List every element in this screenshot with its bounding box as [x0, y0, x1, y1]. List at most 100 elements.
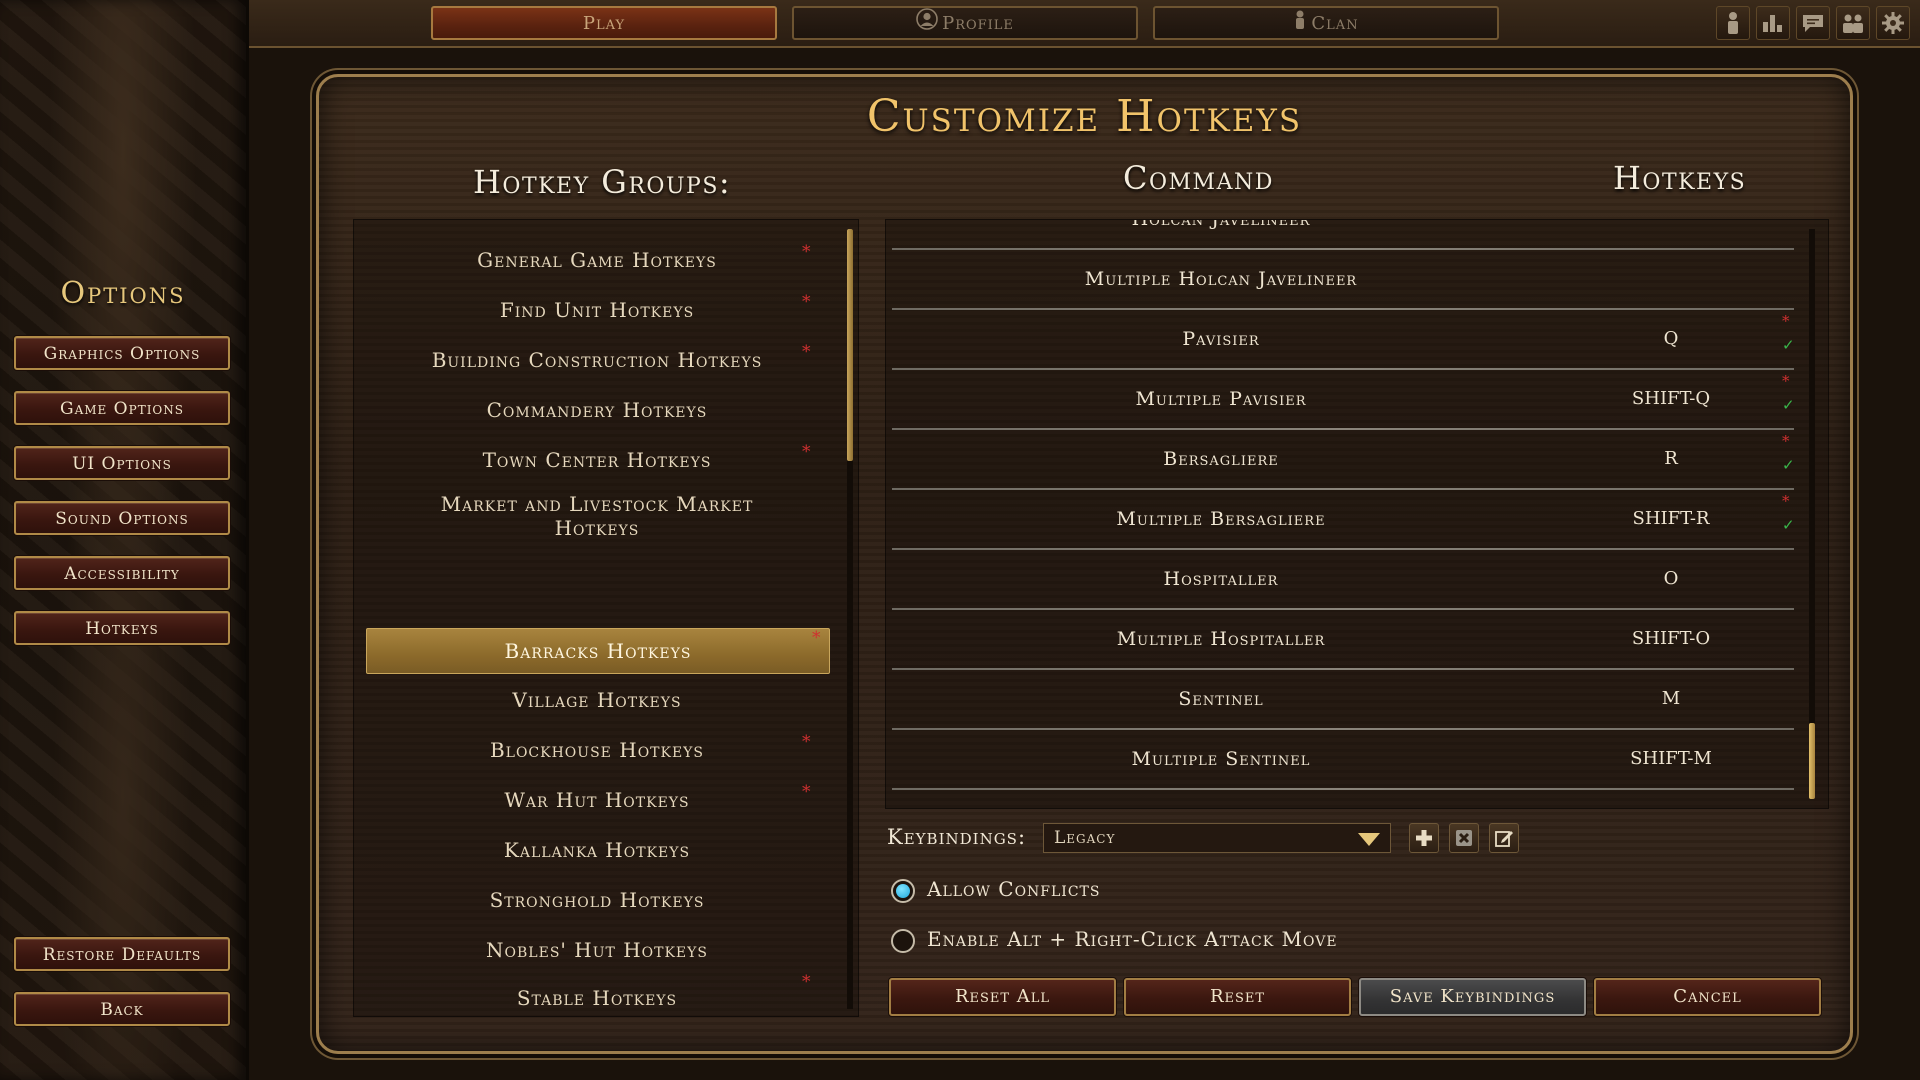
alt-right-click-attack-move-radio[interactable] — [891, 929, 915, 953]
tab-profile-label: Profile — [942, 13, 1014, 34]
command-name: Sentinel — [1178, 688, 1264, 710]
options-sidebar: Options Graphics Options Game Options UI… — [0, 0, 249, 1080]
keybindings-label: Keybindings: — [887, 825, 1027, 849]
modified-star-icon: * — [802, 732, 811, 752]
table-row[interactable]: Multiple Pavisier SHIFT-Q * ✓ — [886, 370, 1806, 430]
hotkey-value[interactable]: M — [1566, 688, 1776, 709]
tab-clan[interactable]: Clan — [1153, 6, 1499, 40]
delete-icon[interactable] — [1449, 823, 1479, 853]
checkmark-icon: ✓ — [1782, 336, 1795, 354]
hotkey-value[interactable]: SHIFT-M — [1566, 748, 1776, 769]
table-row[interactable]: Holcan Javelineer — [886, 219, 1806, 250]
dropdown-arrow-icon — [1358, 833, 1380, 846]
table-row[interactable]: Pavisier Q * ✓ — [886, 310, 1806, 370]
cancel-button[interactable]: Cancel — [1594, 978, 1821, 1016]
ui-options-button[interactable]: UI Options — [14, 446, 230, 480]
tab-profile[interactable]: Profile — [792, 6, 1138, 40]
modified-star-icon: * — [1782, 432, 1790, 450]
hotkey-value[interactable]: SHIFT-O — [1566, 628, 1776, 649]
commands-scrollbar-thumb[interactable] — [1809, 723, 1815, 799]
modified-star-icon: * — [802, 292, 811, 312]
group-label: Find Unit Hotkeys — [499, 298, 695, 322]
group-item-general-game[interactable]: General Game Hotkeys — [366, 248, 828, 272]
group-item-nobles-hut[interactable]: Nobles' Hut Hotkeys — [366, 938, 828, 962]
friends-icon[interactable] — [1836, 6, 1870, 40]
group-label: Building Construction Hotkeys — [431, 348, 763, 372]
graphics-options-button[interactable]: Graphics Options — [14, 336, 230, 370]
command-name: Pavisier — [1182, 328, 1260, 350]
table-row[interactable]: Multiple Sentinel SHIFT-M — [886, 730, 1806, 790]
allow-conflicts-radio[interactable] — [891, 879, 915, 903]
hotkey-value[interactable]: R — [1566, 448, 1776, 469]
table-row[interactable]: Hospitaller O — [886, 550, 1806, 610]
edit-icon[interactable] — [1489, 823, 1519, 853]
hotkey-groups-list: General Game Hotkeys * Find Unit Hotkeys… — [353, 219, 859, 1017]
table-row[interactable]: Multiple Holcan Javelineer — [886, 250, 1806, 310]
sound-options-button[interactable]: Sound Options — [14, 501, 230, 535]
table-row[interactable]: Multiple Bersagliere SHIFT-R * ✓ — [886, 490, 1806, 550]
group-label: Market and Livestock Market Hotkeys — [440, 492, 754, 540]
group-item-building-construction[interactable]: Building Construction Hotkeys — [366, 348, 828, 372]
commands-table: Holcan Javelineer Multiple Holcan Javeli… — [885, 219, 1829, 809]
group-item-barracks[interactable]: Barracks Hotkeys — [366, 628, 830, 674]
tab-clan-label: Clan — [1311, 13, 1359, 34]
hotkey-value[interactable]: Q — [1566, 328, 1776, 349]
group-item-market-livestock[interactable]: Market and Livestock Market Hotkeys — [414, 492, 780, 540]
group-item-blockhouse[interactable]: Blockhouse Hotkeys — [366, 738, 828, 762]
group-item-commandery[interactable]: Commandery Hotkeys — [366, 398, 828, 422]
allow-conflicts-label: Allow Conflicts — [927, 877, 1101, 901]
restore-defaults-button[interactable]: Restore Defaults — [14, 937, 230, 971]
command-name: Multiple Sentinel — [1131, 748, 1311, 770]
hotkeys-column-header: Hotkeys — [1613, 159, 1747, 197]
table-row[interactable]: Sentinel M — [886, 670, 1806, 730]
group-label: Barracks Hotkeys — [504, 639, 692, 663]
row-divider — [892, 788, 1794, 790]
group-item-stronghold[interactable]: Stronghold Hotkeys — [366, 888, 828, 912]
group-item-town-center[interactable]: Town Center Hotkeys — [366, 448, 828, 472]
group-label: General Game Hotkeys — [477, 248, 717, 272]
accessibility-button[interactable]: Accessibility — [14, 556, 230, 590]
reset-button[interactable]: Reset — [1124, 978, 1351, 1016]
tab-play[interactable]: Play — [431, 6, 777, 40]
command-name: Multiple Holcan Javelineer — [1084, 268, 1358, 290]
hotkey-value[interactable]: O — [1566, 568, 1776, 589]
keybindings-dropdown[interactable]: Legacy — [1043, 823, 1391, 853]
modified-star-icon: * — [1782, 492, 1790, 510]
command-name: Holcan Javelineer — [1131, 219, 1311, 230]
alt-right-click-attack-move-label: Enable Alt + Right-Click Attack Move — [927, 927, 1338, 951]
settings-gear-icon[interactable] — [1876, 6, 1910, 40]
player-icon[interactable] — [1716, 6, 1750, 40]
hotkey-value[interactable]: SHIFT-Q — [1566, 388, 1776, 409]
customize-hotkeys-panel: Customize Hotkeys Hotkey Groups: Command… — [316, 74, 1853, 1054]
modified-star-icon: * — [802, 242, 811, 262]
command-name: Multiple Hospitaller — [1116, 628, 1326, 650]
game-options-button[interactable]: Game Options — [14, 391, 230, 425]
group-item-stable[interactable]: Stable Hotkeys — [366, 986, 828, 1010]
profile-icon — [916, 8, 938, 40]
reset-all-button[interactable]: Reset All — [889, 978, 1116, 1016]
table-row[interactable]: Bersagliere R * ✓ — [886, 430, 1806, 490]
hotkey-value[interactable]: SHIFT-R — [1566, 508, 1776, 529]
group-item-kallanka[interactable]: Kallanka Hotkeys — [366, 838, 828, 862]
save-keybindings-button[interactable]: Save Keybindings — [1359, 978, 1586, 1016]
group-item-village[interactable]: Village Hotkeys — [366, 688, 828, 712]
group-item-find-unit[interactable]: Find Unit Hotkeys — [366, 298, 828, 322]
hotkey-groups-header: Hotkey Groups: — [473, 163, 732, 201]
group-label: Blockhouse Hotkeys — [489, 738, 705, 762]
groups-scrollbar-thumb[interactable] — [847, 229, 853, 461]
back-button[interactable]: Back — [14, 992, 230, 1026]
group-label: Nobles' Hut Hotkeys — [486, 938, 708, 962]
modified-star-icon: * — [1782, 312, 1790, 330]
hotkeys-button[interactable]: Hotkeys — [14, 611, 230, 645]
keybindings-selected-value: Legacy — [1054, 828, 1116, 848]
chat-icon[interactable] — [1796, 6, 1830, 40]
add-icon[interactable] — [1409, 823, 1439, 853]
modified-star-icon: * — [802, 442, 811, 462]
commands-scrollbar[interactable] — [1809, 229, 1815, 797]
command-name: Multiple Pavisier — [1135, 388, 1307, 410]
panel-title: Customize Hotkeys — [866, 91, 1303, 142]
group-item-war-hut[interactable]: War Hut Hotkeys — [366, 788, 828, 812]
modified-star-icon: * — [802, 782, 811, 802]
stats-icon[interactable] — [1756, 6, 1790, 40]
table-row[interactable]: Multiple Hospitaller SHIFT-O — [886, 610, 1806, 670]
